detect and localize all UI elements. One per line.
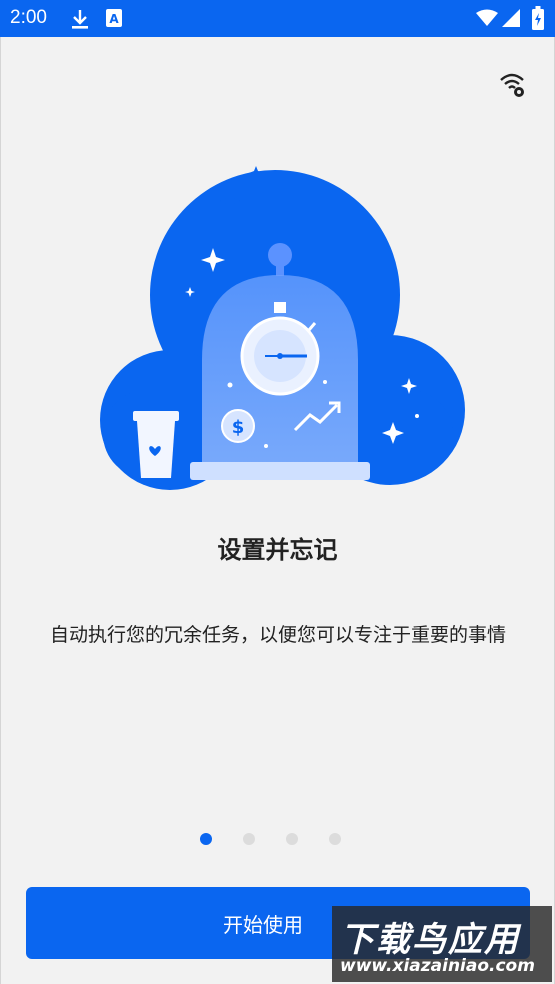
page-indicator [0,832,555,846]
watermark-title: 下载鸟应用 [340,920,520,960]
page-dot-2[interactable] [243,833,255,845]
page-dot-4[interactable] [329,833,341,845]
a-icon: A [105,8,123,32]
svg-text:$: $ [232,417,245,438]
wifi-icon [476,9,498,31]
onboarding-illustration: $ [95,160,465,490]
watermark-url: www.xiazainiao.com [340,956,535,976]
battery-icon [532,6,544,34]
status-bar: 2:00 A [0,0,555,37]
start-button-label: 开始使用 [223,912,303,937]
onboarding-title: 设置并忘记 [217,536,338,564]
onboarding-description: 自动执行您的冗余任务，以便您可以专注于重要的事情 [49,624,506,646]
signal-icon [502,9,520,31]
svg-text:A: A [109,12,119,26]
page-dot-1[interactable] [200,833,212,845]
status-time: 2:00 [10,7,47,28]
download-icon [70,8,90,34]
page-dot-3[interactable] [286,833,298,845]
watermark-logo: 下载鸟应用 www.xiazainiao.com [332,906,552,982]
wifi-settings-icon[interactable] [498,70,528,100]
